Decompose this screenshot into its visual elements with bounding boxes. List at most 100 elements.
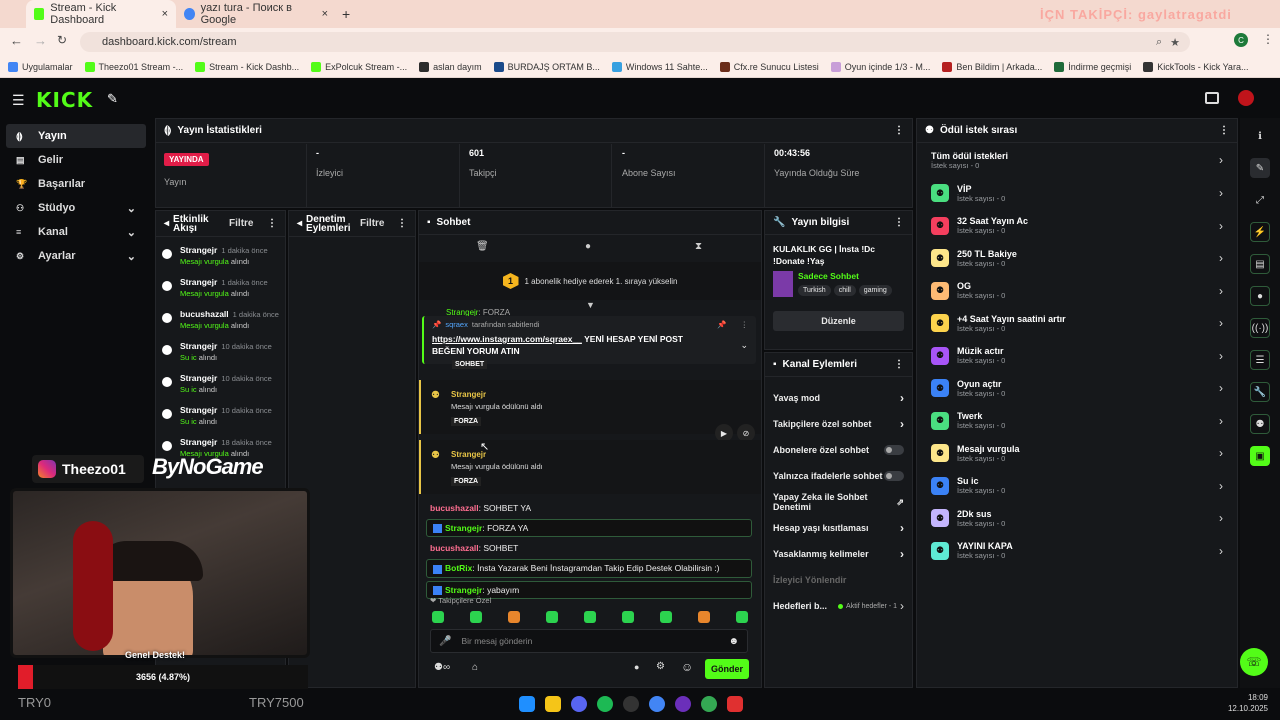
more-icon[interactable]: ⋮ <box>894 359 904 370</box>
moderation-filter-button[interactable]: Filtre <box>360 218 384 229</box>
reward-row[interactable]: ⚉ 32 Saat Yayın Ac İstek sayısı - 0 › <box>917 210 1237 243</box>
pinned-link[interactable]: https://www.instagram.com/sqraex__ <box>432 334 582 344</box>
close-tab-icon[interactable]: × <box>322 8 328 20</box>
bookmark-item[interactable]: Theezo01 Stream -... <box>84 61 183 72</box>
activity-user[interactable]: bucushazall <box>180 309 229 320</box>
info-icon[interactable]: ℹ <box>1250 126 1270 146</box>
emote-icon[interactable] <box>660 611 672 623</box>
activity-user[interactable]: Strangejr <box>180 405 217 416</box>
emote-icon[interactable] <box>508 611 520 623</box>
more-icon[interactable]: ⋮ <box>397 218 407 229</box>
bot-widget-icon[interactable]: ▣ <box>1250 446 1270 466</box>
channel-action-row[interactable]: Hesap yaşı kısıtlaması › <box>765 515 912 541</box>
chat-username[interactable]: Strangejr <box>445 585 482 595</box>
reward-row[interactable]: ⚉ Müzik actır İstek sayısı - 0 › <box>917 340 1237 373</box>
emote-icon[interactable] <box>470 611 482 623</box>
bookmark-item[interactable]: İndirme geçmişi <box>1054 61 1131 72</box>
reload-icon[interactable]: ↻ <box>57 33 67 47</box>
bookmark-item[interactable]: BURDAJŞ ORTAM B... <box>493 61 600 72</box>
activity-row[interactable]: bucushazall 1 dakika önce Mesajı vurgula a… <box>156 309 285 341</box>
user-avatar[interactable] <box>1238 90 1254 106</box>
bookmark-item[interactable]: Oyun içinde 1/3 - M... <box>830 61 930 72</box>
activity-user[interactable]: Strangejr <box>180 373 217 384</box>
wrench-widget-icon[interactable]: 🔧 <box>1250 382 1270 402</box>
emote-icon[interactable] <box>622 611 634 623</box>
chat-input[interactable]: 🎤 Bir mesaj gönderin ☻ <box>430 629 748 653</box>
sidebar-item-5[interactable]: ⚙ Ayarlar ⌄ <box>6 244 146 268</box>
hourglass-icon[interactable]: ⧗ <box>695 241 702 252</box>
app-icon[interactable] <box>675 696 691 712</box>
chat-username[interactable]: Strangejr <box>445 523 482 533</box>
kick-logo[interactable]: KICK <box>36 88 93 112</box>
stream-tag[interactable]: gaming <box>858 285 892 296</box>
activity-row[interactable]: Strangejr 1 dakika önce Mesajı vurgula alı… <box>156 245 285 277</box>
hamburger-menu-icon[interactable]: ☰ <box>12 92 25 109</box>
reward-row[interactable]: ⚉ 250 TL Bakiye İstek sayısı - 0 › <box>917 242 1237 275</box>
activity-user[interactable]: Strangejr <box>180 437 217 448</box>
channel-action-row[interactable]: Hedefleri b... Aktif hedefler - 1 › <box>765 593 912 619</box>
bookmark-item[interactable]: aslan dayım <box>419 61 482 72</box>
chat-settings-bubble-icon[interactable]: ● <box>634 662 639 672</box>
fullscreen-icon[interactable]: ⤢ <box>1250 190 1270 210</box>
emote-icon[interactable] <box>736 611 748 623</box>
system-clock[interactable]: 18:09 12.10.2025 <box>1218 692 1268 714</box>
toggle-switch[interactable] <box>884 471 904 481</box>
sidebar-item-3[interactable]: ⚇ Stüdyo ⌄ <box>6 196 146 220</box>
emote-icon[interactable] <box>698 611 710 623</box>
pen-tool-icon[interactable]: ✎ <box>107 91 118 107</box>
emote-icon[interactable] <box>432 611 444 623</box>
rewards-widget-icon[interactable]: ⚉ <box>1250 414 1270 434</box>
close-tab-icon[interactable]: × <box>162 8 168 20</box>
channel-action-row[interactable]: Yalnızca ifadelerle sohbet <box>765 463 912 489</box>
bookmark-item[interactable]: Uygulamalar <box>8 61 73 72</box>
channel-action-row[interactable]: Yapay Zeka ile Sohbet Denetimi ⇗ <box>765 489 912 515</box>
chrome-icon[interactable] <box>649 696 665 712</box>
back-icon[interactable]: ← <box>10 33 23 48</box>
pinned-by-user[interactable]: sqraex <box>445 320 468 329</box>
chat-username[interactable]: bucushazall <box>430 503 479 513</box>
activity-row[interactable]: Strangejr 1 dakika önce Mesajı vurgula alı… <box>156 277 285 309</box>
gear-icon[interactable]: ⚙ <box>656 661 665 672</box>
activity-filter-button[interactable]: Filtre <box>229 218 253 229</box>
list-widget-icon[interactable]: ☰ <box>1250 350 1270 370</box>
chat-username[interactable]: bucushazall <box>430 543 479 553</box>
bookmark-item[interactable]: Cfx.re Sunucu Listesi <box>719 61 819 72</box>
more-icon[interactable]: ⋮ <box>741 320 749 329</box>
more-icon[interactable]: ⋮ <box>894 125 904 136</box>
chat-username[interactable]: BotRix <box>445 563 472 573</box>
forward-icon[interactable]: → <box>34 33 47 48</box>
profile-avatar[interactable]: C <box>1234 33 1248 47</box>
lightning-icon[interactable]: ⚡ <box>1250 222 1270 242</box>
more-icon[interactable]: ⋮ <box>894 217 904 228</box>
reward-row[interactable]: ⚉ 2Dk sus İstek sayısı - 0 › <box>917 502 1237 535</box>
activity-user[interactable]: Strangejr <box>180 277 217 288</box>
stream-widget-icon[interactable]: ((·)) <box>1250 318 1270 338</box>
reward-row[interactable]: ⚉ Mesajı vurgula İstek sayısı - 0 › <box>917 437 1237 470</box>
spotify-icon[interactable] <box>597 696 613 712</box>
unpin-icon[interactable]: 📌 <box>717 320 726 329</box>
channel-action-row[interactable]: İzleyici Yönlendir <box>765 567 912 593</box>
activity-user[interactable]: Strangejr <box>180 341 217 352</box>
menu-kebab-icon[interactable]: ⋮ <box>1262 32 1274 46</box>
channel-action-row[interactable]: Yasaklanmış kelimeler › <box>765 541 912 567</box>
reward-row[interactable]: ⚉ OG İstek sayısı - 0 › <box>917 275 1237 308</box>
channel-action-row[interactable]: Yavaş mod › <box>765 385 912 411</box>
sub-gift-banner[interactable]: 1 1 abonelik hediye ederek 1. sıraya yük… <box>419 262 761 300</box>
new-tab-icon[interactable]: + <box>342 6 350 22</box>
browser-tab-google[interactable]: yazı tura - Поиск в Google × <box>176 0 336 28</box>
document-icon[interactable]: ▤ <box>1250 254 1270 274</box>
sidebar-item-2[interactable]: 🏆 Başarılar <box>6 172 146 196</box>
sidebar-item-1[interactable]: ▤ Gelir <box>6 148 146 172</box>
emote-icon[interactable] <box>584 611 596 623</box>
chrome-profile-icon[interactable] <box>701 696 717 712</box>
more-icon[interactable]: ⋮ <box>267 218 277 229</box>
stream-tag[interactable]: chill <box>833 285 856 296</box>
bookmark-item[interactable]: Windows 11 Sahte... <box>611 61 708 72</box>
browser-tab-kick[interactable]: Stream - Kick Dashboard × <box>26 0 176 28</box>
reward-row[interactable]: ⚉ YAYINI KAPA İstek sayısı - 0 › <box>917 535 1237 568</box>
all-rewards-row[interactable]: Tüm ödül istekleri İstek sayısı - 0 › <box>917 143 1237 177</box>
channel-action-row[interactable]: Abonelere özel sohbet <box>765 437 912 463</box>
toggle-switch[interactable] <box>884 445 904 455</box>
broadcast-icon[interactable] <box>1205 92 1219 104</box>
bookmark-item[interactable]: ExPolcuk Stream -... <box>311 61 407 72</box>
